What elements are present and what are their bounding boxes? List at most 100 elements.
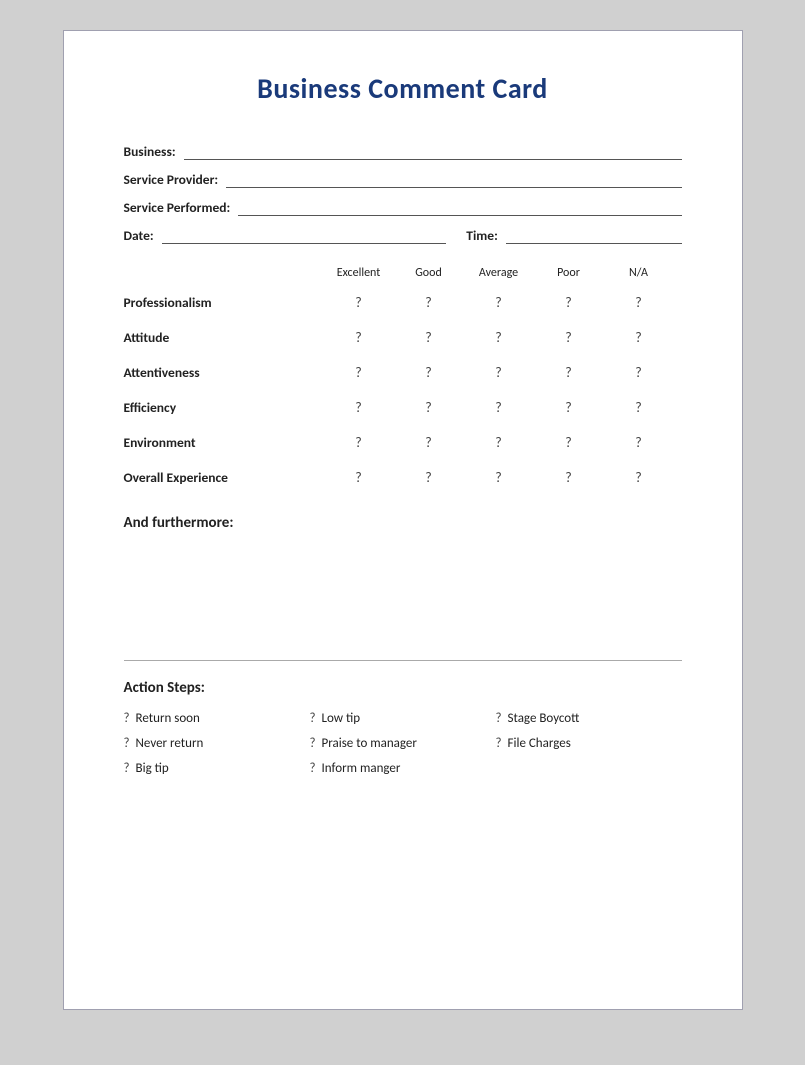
comment-card: Business Comment Card Business: Service … xyxy=(63,30,743,1010)
action-item: ? Return soon xyxy=(124,711,310,726)
rating-radio[interactable]: ? xyxy=(464,294,534,311)
action-text: Return soon xyxy=(136,711,200,726)
rating-row: Environment????? xyxy=(124,434,682,451)
rating-radio[interactable]: ? xyxy=(324,294,394,311)
action-text: Inform manger xyxy=(322,761,401,776)
rating-radio[interactable]: ? xyxy=(464,469,534,486)
rating-row-label: Professionalism xyxy=(124,294,324,311)
rating-radio[interactable]: ? xyxy=(394,329,464,346)
rating-radio[interactable]: ? xyxy=(464,364,534,381)
rating-radio[interactable]: ? xyxy=(604,294,674,311)
date-label: Date: xyxy=(124,227,154,244)
service-performed-row: Service Performed: xyxy=(124,198,682,216)
rating-radio[interactable]: ? xyxy=(464,329,534,346)
card-title: Business Comment Card xyxy=(124,71,682,106)
rating-row-label: Attitude xyxy=(124,329,324,346)
business-input[interactable] xyxy=(184,142,682,160)
rating-radio[interactable]: ? xyxy=(534,469,604,486)
rating-row: Attentiveness????? xyxy=(124,364,682,381)
service-provider-row: Service Provider: xyxy=(124,170,682,188)
rating-radio[interactable]: ? xyxy=(534,364,604,381)
action-item: ? Low tip xyxy=(310,711,496,726)
header-poor: Poor xyxy=(534,266,604,280)
rating-radio[interactable]: ? xyxy=(604,364,674,381)
action-item: ? Inform manger xyxy=(310,761,496,776)
rating-row: Efficiency????? xyxy=(124,399,682,416)
further-text-area[interactable] xyxy=(124,540,682,640)
action-checkbox-icon[interactable]: ? xyxy=(124,736,130,751)
rating-radio[interactable]: ? xyxy=(604,434,674,451)
action-checkbox-icon[interactable]: ? xyxy=(496,711,502,726)
action-text: File Charges xyxy=(508,736,571,751)
rating-radio[interactable]: ? xyxy=(394,294,464,311)
rating-radio[interactable]: ? xyxy=(394,364,464,381)
date-time-row: Date: Time: xyxy=(124,226,682,244)
ratings-header: Excellent Good Average Poor N/A xyxy=(124,266,682,280)
action-text: Stage Boycott xyxy=(508,711,580,726)
rating-radio[interactable]: ? xyxy=(324,364,394,381)
rating-row: Overall Experience????? xyxy=(124,469,682,486)
rating-radio[interactable]: ? xyxy=(534,434,604,451)
ratings-section: Excellent Good Average Poor N/A Professi… xyxy=(124,266,682,486)
rating-radio[interactable]: ? xyxy=(464,434,534,451)
action-steps-label: Action Steps: xyxy=(124,679,682,697)
time-group: Time: xyxy=(466,226,681,244)
service-performed-input[interactable] xyxy=(238,198,681,216)
time-input[interactable] xyxy=(506,226,682,244)
rating-row-label: Efficiency xyxy=(124,399,324,416)
rating-radio[interactable]: ? xyxy=(394,434,464,451)
further-section: And furthermore: xyxy=(124,514,682,640)
action-text: Big tip xyxy=(136,761,169,776)
action-checkbox-icon[interactable]: ? xyxy=(310,736,316,751)
header-na: N/A xyxy=(604,266,674,280)
header-good: Good xyxy=(394,266,464,280)
action-item xyxy=(496,761,682,776)
action-checkbox-icon[interactable]: ? xyxy=(496,736,502,751)
rating-radio[interactable]: ? xyxy=(604,329,674,346)
time-label: Time: xyxy=(466,227,498,244)
rating-radio[interactable]: ? xyxy=(324,329,394,346)
rating-radio[interactable]: ? xyxy=(604,469,674,486)
rating-row-label: Overall Experience xyxy=(124,469,324,486)
rating-radio[interactable]: ? xyxy=(534,294,604,311)
service-provider-input[interactable] xyxy=(226,170,681,188)
further-label: And furthermore: xyxy=(124,514,682,532)
business-row: Business: xyxy=(124,142,682,160)
header-average: Average xyxy=(464,266,534,280)
rating-radio[interactable]: ? xyxy=(394,469,464,486)
action-checkbox-icon[interactable]: ? xyxy=(310,761,316,776)
action-item: ? Never return xyxy=(124,736,310,751)
rating-rows: Professionalism?????Attitude?????Attenti… xyxy=(124,294,682,486)
action-checkbox-icon[interactable]: ? xyxy=(124,761,130,776)
divider xyxy=(124,660,682,661)
date-input[interactable] xyxy=(162,226,447,244)
rating-radio[interactable]: ? xyxy=(534,329,604,346)
rating-radio[interactable]: ? xyxy=(534,399,604,416)
action-text: Never return xyxy=(136,736,204,751)
action-steps-grid: ? Return soon? Low tip? Stage Boycott? Never… xyxy=(124,711,682,776)
business-label: Business: xyxy=(124,143,176,160)
rating-radio[interactable]: ? xyxy=(324,434,394,451)
action-item: ? Stage Boycott xyxy=(496,711,682,726)
rating-radio[interactable]: ? xyxy=(604,399,674,416)
rating-radio[interactable]: ? xyxy=(324,469,394,486)
rating-radio[interactable]: ? xyxy=(394,399,464,416)
action-item: ? Big tip xyxy=(124,761,310,776)
rating-row-label: Environment xyxy=(124,434,324,451)
date-group: Date: xyxy=(124,226,447,244)
form-section: Business: Service Provider: Service Perf… xyxy=(124,142,682,244)
service-provider-label: Service Provider: xyxy=(124,171,219,188)
action-checkbox-icon[interactable]: ? xyxy=(124,711,130,726)
rating-row-label: Attentiveness xyxy=(124,364,324,381)
rating-radio[interactable]: ? xyxy=(464,399,534,416)
rating-row: Professionalism????? xyxy=(124,294,682,311)
rating-radio[interactable]: ? xyxy=(324,399,394,416)
service-performed-label: Service Performed: xyxy=(124,199,231,216)
action-item: ? File Charges xyxy=(496,736,682,751)
header-excellent: Excellent xyxy=(324,266,394,280)
action-item: ? Praise to manager xyxy=(310,736,496,751)
action-checkbox-icon[interactable]: ? xyxy=(310,711,316,726)
action-text: Low tip xyxy=(322,711,361,726)
rating-row: Attitude????? xyxy=(124,329,682,346)
action-text: Praise to manager xyxy=(322,736,417,751)
